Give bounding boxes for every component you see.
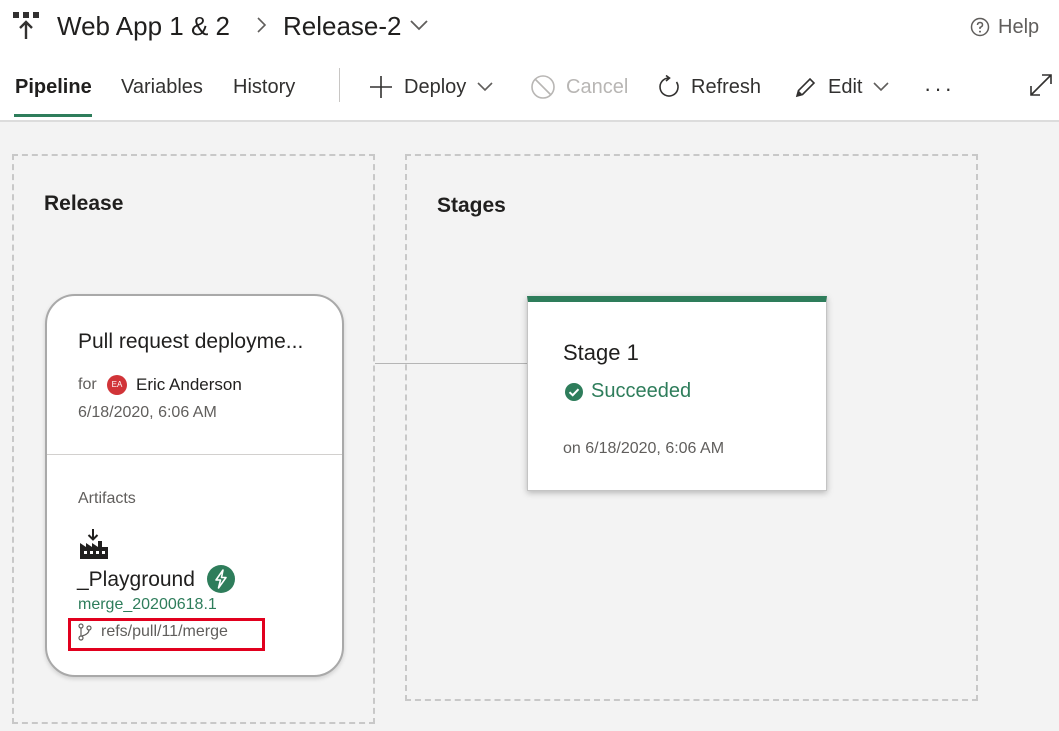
release-section-title: Release — [44, 192, 124, 215]
cancel-icon — [531, 75, 555, 99]
header: Web App 1 & 2 Release-2 Help Pipeline Va… — [0, 0, 1059, 122]
release-user-name: Eric Anderson — [136, 375, 242, 394]
toolbar-divider — [339, 68, 340, 102]
branch-highlight-annotation — [68, 618, 265, 651]
cancel-button[interactable]: Cancel — [530, 70, 628, 104]
refresh-label: Refresh — [691, 75, 762, 98]
active-tab-indicator — [14, 114, 92, 117]
artifacts-label: Artifacts — [78, 490, 136, 507]
trigger-badge — [207, 565, 235, 593]
edit-label: Edit — [828, 75, 863, 98]
help-label: Help — [998, 15, 1040, 38]
refresh-button[interactable]: Refresh — [657, 70, 761, 104]
build-artifact-icon — [80, 529, 108, 559]
more-actions-button[interactable]: ··· — [924, 76, 955, 102]
edit-button[interactable]: Edit — [794, 70, 890, 104]
release-card-divider — [47, 454, 342, 455]
artifact-name: _Playground — [77, 568, 195, 591]
stage-date: on 6/18/2020, 6:06 AM — [563, 440, 725, 457]
chevron-down-icon — [477, 82, 493, 92]
edit-pencil-icon — [795, 77, 816, 98]
cancel-label: Cancel — [566, 75, 629, 98]
deploy-label: Deploy — [404, 75, 467, 98]
plus-icon — [370, 76, 392, 98]
release-date: 6/18/2020, 6:06 AM — [78, 404, 217, 421]
expand-icon[interactable] — [1028, 72, 1054, 98]
pipeline-icon — [13, 12, 39, 39]
help-icon — [970, 17, 990, 37]
trigger-lightning-icon — [215, 569, 227, 589]
title-row: Web App 1 & 2 Release-2 Help — [0, 0, 1059, 56]
stage-status: Succeeded — [565, 380, 691, 403]
artifact-version-link[interactable]: merge_20200618.1 — [78, 596, 217, 614]
stage-name: Stage 1 — [563, 340, 639, 365]
stage-status-label: Succeeded — [591, 380, 692, 402]
release-card-title[interactable]: Pull request deployme... — [78, 330, 323, 354]
release-to-stage-connector — [375, 363, 528, 364]
avatar: EA — [107, 375, 127, 395]
chevron-right-icon — [257, 17, 267, 33]
stage-card-stage-1[interactable]: Stage 1 Succeeded on 6/18/2020, 6:06 AM — [527, 296, 827, 491]
chevron-down-icon — [873, 82, 890, 92]
refresh-icon — [659, 75, 679, 97]
breadcrumb-release[interactable]: Release-2 — [283, 10, 402, 42]
tab-pipeline[interactable]: Pipeline — [15, 72, 92, 102]
help-link[interactable]: Help — [970, 14, 1039, 40]
chevron-down-icon[interactable] — [409, 18, 429, 32]
breadcrumb-pipeline[interactable]: Web App 1 & 2 — [57, 10, 230, 42]
stages-section-title: Stages — [437, 194, 506, 217]
tab-variables[interactable]: Variables — [121, 72, 203, 102]
success-check-icon — [565, 382, 583, 401]
deploy-button[interactable]: Deploy — [368, 70, 494, 104]
tab-history[interactable]: History — [233, 72, 295, 102]
release-for-label: for — [78, 376, 97, 393]
